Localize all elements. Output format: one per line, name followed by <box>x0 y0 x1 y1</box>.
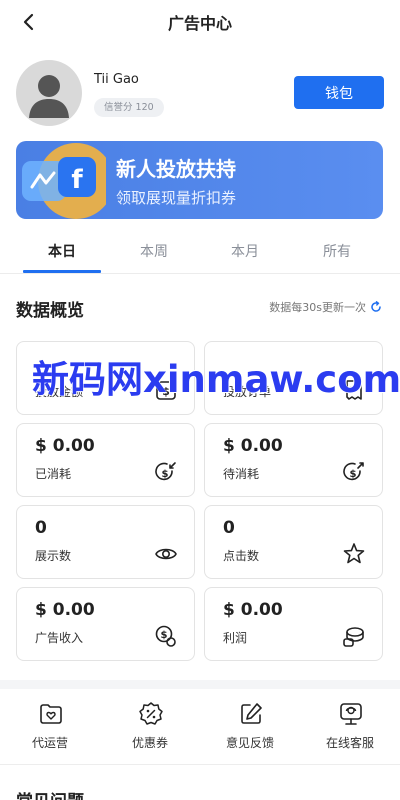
stat-label: 点击数 <box>223 549 260 563</box>
tab-today[interactable]: 本日 <box>17 241 107 261</box>
svg-text:$: $ <box>161 630 168 641</box>
username: Tii Gao <box>94 72 139 87</box>
stat-card-consumed[interactable]: $ 0.00 已消耗 $ <box>16 423 195 497</box>
stat-card-ad-income[interactable]: $ 0.00 广告收入 $ <box>16 587 195 661</box>
section-separator <box>0 764 400 765</box>
quick-action-operation[interactable]: 代运营 <box>0 701 100 751</box>
coin-out-icon: $ <box>343 462 364 481</box>
star-click-icon <box>343 543 365 564</box>
svg-text:$: $ <box>162 469 169 480</box>
avatar[interactable] <box>16 60 82 126</box>
tab-all[interactable]: 所有 <box>292 241 382 261</box>
stat-value: $ 0.00 <box>223 600 283 620</box>
stat-value: 0 <box>223 518 235 538</box>
banner-subtitle: 领取展现量折扣券 <box>116 189 237 207</box>
banner-title: 新人投放扶持 <box>116 157 236 181</box>
stat-label: 待消耗 <box>223 467 260 481</box>
heart-folder-icon <box>40 704 62 724</box>
stat-value: $ 0.00 <box>35 436 95 456</box>
quick-action-coupons[interactable]: 优惠券 <box>100 701 200 751</box>
discount-badge-icon <box>139 702 163 725</box>
section-divider <box>0 680 400 689</box>
profile-section: Tii Gao 信誉分 120 钱包 <box>16 60 384 126</box>
faq-title: 常见问题 <box>16 787 84 800</box>
stat-label: 广告收入 <box>35 631 84 645</box>
profit-coins-icon <box>343 627 364 647</box>
tab-week[interactable]: 本周 <box>109 241 199 261</box>
quick-action-label: 优惠券 <box>131 736 168 750</box>
stat-label: 已消耗 <box>35 467 72 481</box>
support-monitor-icon <box>340 703 362 725</box>
overview-title: 数据概览 <box>16 301 84 321</box>
stat-value: 0 <box>35 518 47 538</box>
promo-banner[interactable]: f 新人投放扶持 领取展现量折扣券 <box>16 141 383 219</box>
banner-art-letter: f <box>71 165 83 195</box>
active-tab-indicator <box>23 270 101 273</box>
svg-text:$: $ <box>350 469 357 480</box>
stat-card-pending[interactable]: $ 0.00 待消耗 $ <box>204 423 383 497</box>
refresh-icon[interactable] <box>370 301 382 313</box>
stat-card-profit[interactable]: $ 0.00 利润 <box>204 587 383 661</box>
top-bar: 广告中心 <box>0 0 400 44</box>
quick-action-support[interactable]: 在线客服 <box>300 701 400 751</box>
stat-card-clicks[interactable]: 0 点击数 <box>204 505 383 579</box>
update-note: 数据每30s更新一次 <box>269 299 382 315</box>
page-title: 广告中心 <box>167 14 232 33</box>
credit-badge: 信誉分 120 <box>94 98 164 117</box>
user-avatar-icon <box>29 75 69 118</box>
wallet-button[interactable]: 钱包 <box>294 76 384 109</box>
stat-value: $ 0.00 <box>35 600 95 620</box>
eye-icon <box>155 548 177 560</box>
watermark: 新码网xinmaw.com <box>32 358 400 401</box>
tab-month[interactable]: 本月 <box>200 241 290 261</box>
stat-card-impressions[interactable]: 0 展示数 <box>16 505 195 579</box>
period-tabs: 本日 本周 本月 所有 <box>0 230 400 274</box>
quick-action-label: 在线客服 <box>325 736 374 750</box>
coin-in-icon: $ <box>155 462 176 481</box>
coin-stack-icon: $ <box>155 625 176 647</box>
stat-label: 利润 <box>223 631 248 645</box>
stat-value: $ 0.00 <box>223 436 283 456</box>
update-note-text: 数据每30s更新一次 <box>269 301 366 314</box>
social-ads-illustration: f <box>22 143 106 219</box>
quick-action-feedback[interactable]: 意见反馈 <box>200 701 300 751</box>
stat-label: 展示数 <box>35 549 72 563</box>
edit-icon <box>241 703 262 724</box>
quick-action-label: 意见反馈 <box>225 736 274 750</box>
quick-action-label: 代运营 <box>31 736 68 750</box>
